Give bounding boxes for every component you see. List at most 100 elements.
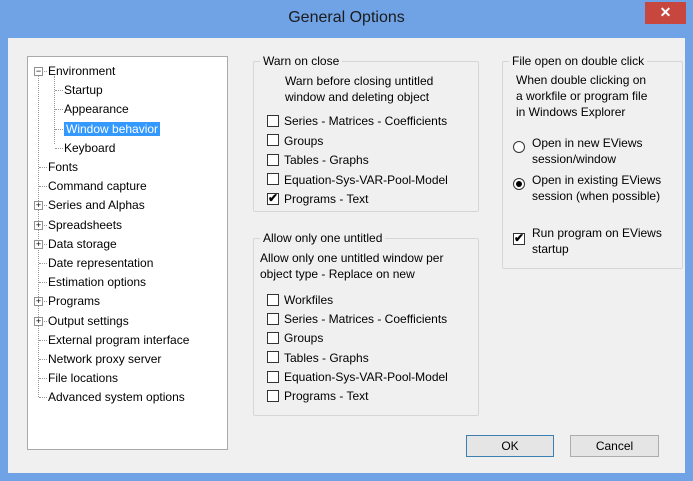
expand-icon[interactable]: + [34, 220, 43, 230]
tree-connector-line [39, 186, 47, 188]
tree-connector-line [55, 90, 63, 92]
allow-one-tables-graphs-checkbox[interactable]: Tables - Graphs [267, 350, 369, 366]
allow-one-equation-sys-var-pool-model-checkbox[interactable]: Equation-Sys-VAR-Pool-Model [267, 369, 448, 385]
radio-open-new-indicator[interactable] [513, 141, 525, 153]
warn-on-close-desc-line1: Warn before closing untitled [285, 74, 434, 88]
tree-item-date-representation[interactable]: Date representation [48, 254, 153, 272]
tree-item-file-locations[interactable]: File locations [48, 369, 118, 387]
tree-item-estimation-options[interactable]: Estimation options [48, 273, 146, 291]
allow-one-workfiles-checkbox[interactable]: Workfiles [267, 292, 333, 308]
radio-selected-icon [516, 181, 522, 187]
tree-connector-line [39, 359, 47, 360]
radio-open-existing-indicator[interactable] [513, 178, 525, 190]
tree-item-advanced-system-options[interactable]: Advanced system options [48, 388, 185, 406]
checkbox-box[interactable] [267, 153, 279, 166]
tree-item-label: Output settings [48, 313, 129, 328]
checkbox-label: Programs - Text [284, 192, 369, 206]
run-program-label-line2[interactable]: startup [532, 241, 569, 257]
tree-item-programs[interactable]: Programs [48, 292, 100, 310]
allow-one-programs-text-checkbox[interactable]: Programs - Text [267, 388, 368, 404]
run-program-checkbox[interactable]: ✔ [513, 230, 530, 246]
run-program-checkbox-box[interactable]: ✔ [513, 230, 525, 245]
tree-item-series-and-alphas[interactable]: Series and Alphas [48, 196, 145, 214]
radio-open-existing-label-line2[interactable]: session (when possible) [532, 188, 660, 204]
allow-one-untitled-group: Allow only one untitled Allow only one u… [253, 231, 479, 416]
expand-icon[interactable]: + [34, 239, 43, 249]
checkbox-label: Programs - Text [284, 389, 369, 403]
checkbox-label: Series - Matrices - Coefficients [284, 312, 448, 327]
check-icon: ✔ [268, 190, 279, 205]
tree-item-command-capture[interactable]: Command capture [48, 177, 147, 195]
allow-one-groups-checkbox[interactable]: Groups [267, 330, 323, 346]
tree-item-keyboard[interactable]: Keyboard [64, 139, 115, 157]
cancel-button[interactable]: Cancel [570, 435, 659, 457]
checkbox-label: Tables - Graphs [284, 350, 369, 365]
tree-item-spreadsheets[interactable]: Spreadsheets [48, 216, 122, 234]
checkbox-box[interactable] [267, 313, 279, 326]
warn-groups-checkbox[interactable]: Groups [267, 133, 323, 149]
checkbox-box[interactable] [267, 351, 279, 364]
dialog-title: General Options [288, 9, 405, 26]
file-open-group: File open on double click When double cl… [502, 54, 683, 269]
close-button[interactable]: ✕ [645, 2, 686, 24]
warn-series-matrices-coefficients-checkbox[interactable]: Series - Matrices - Coefficients [267, 113, 447, 129]
tree-connector-line [55, 147, 63, 149]
tree-item-output-settings[interactable]: Output settings [48, 312, 129, 330]
tree-item-label: Advanced system options [48, 390, 185, 405]
checkbox-box[interactable] [267, 370, 279, 383]
checkbox-label: Equation-Sys-VAR-Pool-Model [284, 369, 448, 384]
tree-connector-line [38, 76, 39, 398]
dialog-client-area: − Environment Startup Appearance Window beha… [8, 38, 685, 473]
radio-open-new-label-line1[interactable]: Open in new EViews [532, 135, 643, 151]
warn-tables-graphs-checkbox[interactable]: Tables - Graphs [267, 152, 369, 168]
file-open-legend: File open on double click [509, 54, 648, 68]
title-bar[interactable]: General Options ✕ [0, 0, 693, 38]
tree-item-label: Keyboard [64, 140, 116, 155]
radio-open-existing-label-line1[interactable]: Open in existing EViews [532, 172, 661, 188]
tree-item-fonts[interactable]: Fonts [48, 158, 78, 176]
warn-on-close-legend: Warn on close [260, 54, 343, 68]
checkbox-box[interactable] [267, 134, 279, 147]
expand-icon[interactable]: + [34, 201, 43, 211]
radio-open-new-label-line2[interactable]: session/window [532, 151, 616, 167]
run-program-label-line1[interactable]: Run program on EViews [532, 225, 662, 241]
tree-item-label: Spreadsheets [48, 217, 123, 232]
checkbox-box[interactable]: ✔ [267, 190, 279, 205]
checkbox-box[interactable] [267, 389, 279, 402]
warn-on-close-group: Warn on close Warn before closing untitl… [253, 54, 479, 212]
warn-programs-text-checkbox[interactable]: ✔ Programs - Text [267, 191, 368, 207]
allow-one-desc-line2: object type - Replace on new [260, 267, 415, 281]
ok-button[interactable]: OK [466, 435, 554, 457]
checkbox-box[interactable] [267, 173, 279, 186]
warn-equation-sys-var-pool-model-checkbox[interactable]: Equation-Sys-VAR-Pool-Model [267, 172, 448, 188]
tree-item-data-storage[interactable]: Data storage [48, 235, 117, 253]
tree-item-label: Startup [64, 83, 103, 98]
tree-item-window-behavior[interactable]: Window behavior [64, 120, 161, 138]
expand-icon[interactable]: + [34, 297, 43, 307]
checkbox-box[interactable] [267, 293, 279, 306]
collapse-icon[interactable]: − [34, 67, 43, 76]
tree-item-startup[interactable]: Startup [64, 81, 103, 99]
tree-connector-line [39, 167, 47, 168]
allow-one-desc-line1: Allow only one untitled window per [260, 251, 444, 265]
checkbox-box[interactable] [267, 332, 279, 345]
tree-item-appearance[interactable]: Appearance [64, 100, 129, 118]
expand-icon[interactable]: + [34, 316, 43, 326]
warn-on-close-desc-line2: window and deleting object [285, 90, 430, 104]
tree-connector-line [39, 397, 47, 399]
checkbox-label: Groups [284, 331, 324, 346]
file-open-desc-line3: in Windows Explorer [516, 105, 626, 119]
tree-item-label: Appearance [64, 102, 129, 117]
check-icon: ✔ [514, 230, 525, 245]
checkbox-box[interactable] [267, 114, 279, 127]
tree-item-external-program-interface[interactable]: External program interface [48, 331, 189, 349]
radio-open-new-session[interactable] [513, 141, 525, 156]
tree-item-network-proxy-server[interactable]: Network proxy server [48, 350, 161, 368]
allow-one-series-matrices-coefficients-checkbox[interactable]: Series - Matrices - Coefficients [267, 311, 447, 327]
tree-item-environment[interactable]: Environment [48, 62, 115, 80]
tree-connector-line [39, 378, 47, 380]
tree-item-label: Command capture [48, 179, 147, 194]
checkbox-label: Equation-Sys-VAR-Pool-Model [284, 172, 448, 187]
radio-open-existing-session[interactable] [513, 178, 525, 193]
options-tree[interactable]: − Environment Startup Appearance Window beha… [27, 56, 228, 450]
